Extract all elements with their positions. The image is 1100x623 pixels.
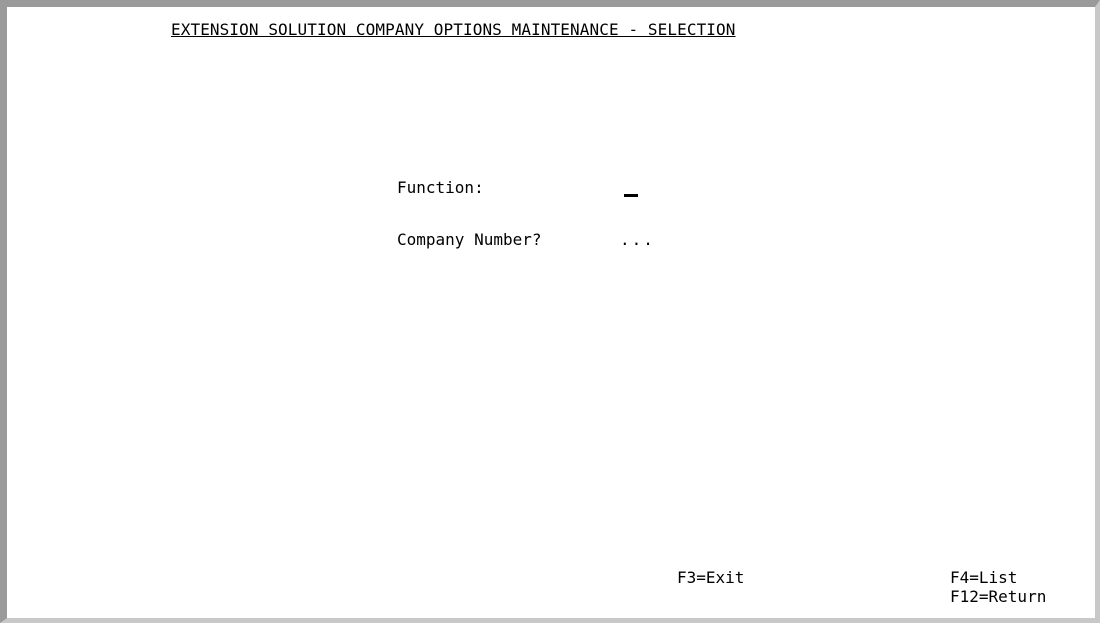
function-input[interactable] — [624, 176, 638, 197]
f4-list-key[interactable]: F4=List — [950, 568, 1017, 587]
screen-title: EXTENSION SOLUTION COMPANY OPTIONS MAINT… — [171, 20, 736, 39]
f12-return-key[interactable]: F12=Return — [950, 587, 1046, 606]
function-label: Function: — [397, 178, 484, 197]
f3-exit-key[interactable]: F3=Exit — [677, 568, 744, 587]
company-number-label: Company Number? — [397, 230, 542, 249]
terminal-screen: EXTENSION SOLUTION COMPANY OPTIONS MAINT… — [0, 0, 1100, 623]
company-number-input[interactable]: ... — [620, 230, 660, 249]
